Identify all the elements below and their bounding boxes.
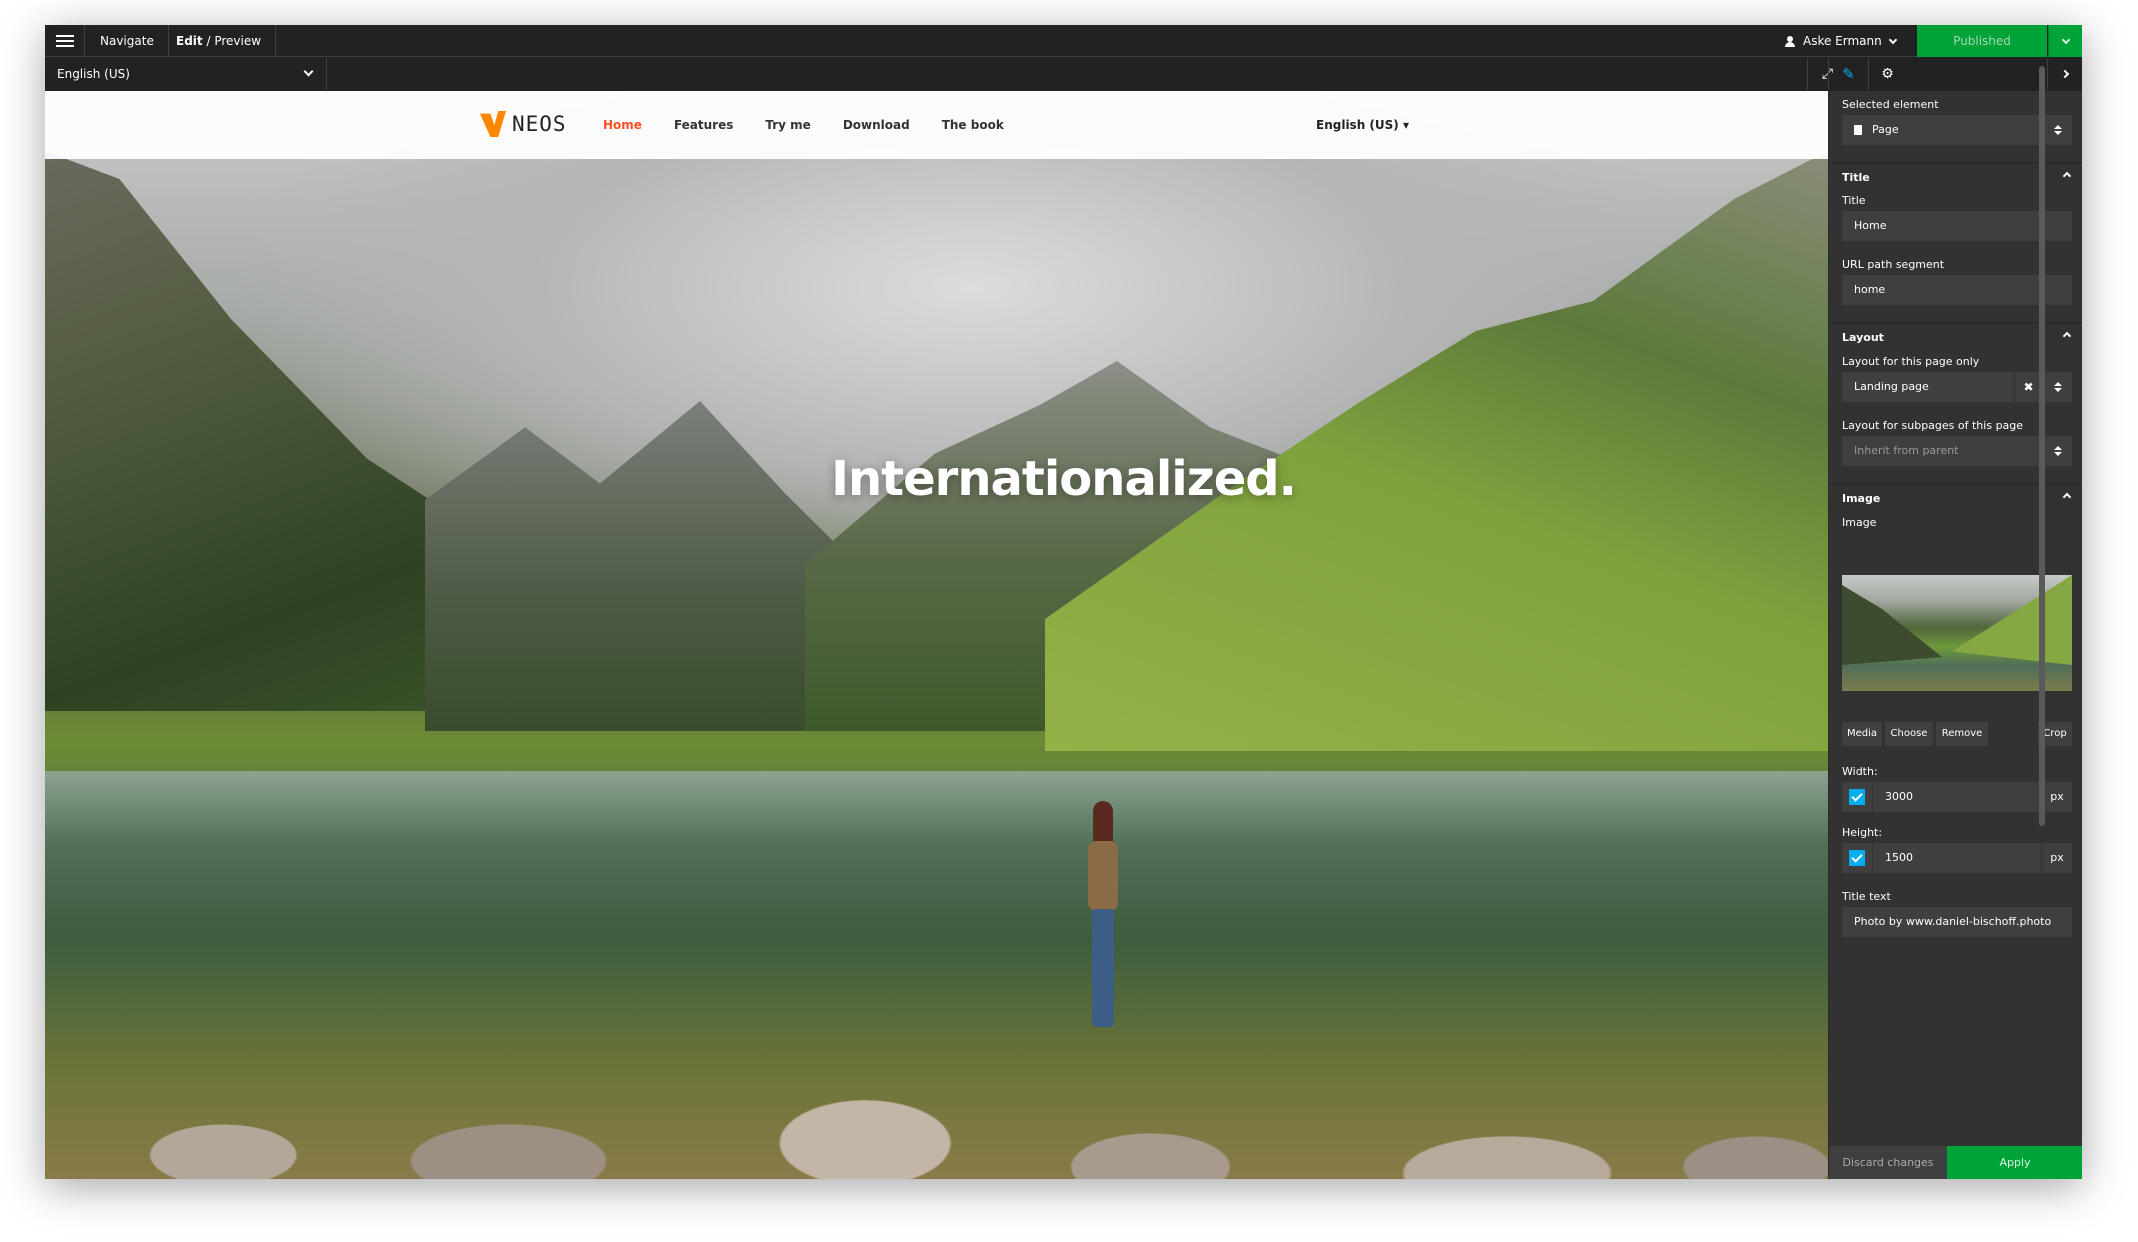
- hero-title: Internationalized.: [831, 451, 1297, 507]
- clear-icon[interactable]: ✖: [2014, 372, 2042, 402]
- chevron-down-icon: [303, 66, 314, 77]
- nav-link-try-me[interactable]: Try me: [765, 118, 810, 132]
- media-button[interactable]: Media: [1842, 722, 1882, 746]
- nav-link-home[interactable]: Home: [603, 118, 642, 132]
- image-thumbnail[interactable]: [1842, 575, 2072, 691]
- width-unit: px: [2042, 782, 2072, 812]
- publish-button[interactable]: Published: [1917, 25, 2047, 57]
- hero-image-rocks: [45, 1071, 1828, 1179]
- url-path-input[interactable]: home: [1842, 275, 2072, 305]
- person-torso: [1088, 841, 1118, 911]
- url-path-label: URL path segment: [1842, 258, 1945, 271]
- sort-icon: [2042, 115, 2072, 145]
- content-canvas[interactable]: NEOS Home Features Try me Download The b…: [45, 91, 1828, 1179]
- document-icon: [1854, 125, 1862, 135]
- sort-icon: [2042, 372, 2072, 402]
- top-bar: Navigate Edit / Preview Aske Ermann Publ…: [45, 25, 2082, 57]
- apply-button[interactable]: Apply: [1947, 1146, 2082, 1179]
- chevron-down-icon: [2061, 35, 2070, 44]
- discard-changes-button[interactable]: Discard changes: [1829, 1146, 1947, 1179]
- remove-button[interactable]: Remove: [1936, 722, 1988, 746]
- collapse-panel-button[interactable]: [2047, 58, 2082, 90]
- secondary-bar: English (US) ⤢ ✎ ⚙: [45, 58, 2082, 90]
- site-logo[interactable]: NEOS: [480, 111, 567, 137]
- chevron-up-icon: [2062, 171, 2072, 181]
- layout-group-label: Layout: [1842, 331, 1884, 344]
- chevron-up-icon: [2062, 331, 2072, 341]
- dimension-value: English (US): [57, 67, 130, 81]
- layout-page-value: Landing page: [1854, 380, 1929, 393]
- pencil-icon[interactable]: ✎: [1828, 58, 1868, 90]
- title-label: Title: [1842, 194, 1866, 207]
- logo-text: NEOS: [512, 112, 567, 136]
- preview-label: / Preview: [202, 34, 262, 48]
- width-checkbox[interactable]: [1842, 782, 1872, 812]
- neos-logo-icon: [480, 111, 506, 137]
- site-navigation: NEOS Home Features Try me Download The b…: [45, 91, 1828, 159]
- title-input[interactable]: Home: [1842, 211, 2072, 241]
- height-label: Height:: [1842, 826, 1883, 839]
- height-checkbox[interactable]: [1842, 843, 1872, 873]
- neos-app: Navigate Edit / Preview Aske Ermann Publ…: [45, 25, 2082, 1179]
- chevron-right-icon: [2060, 69, 2070, 79]
- hero-image-person: [1085, 801, 1121, 1031]
- dimension-select[interactable]: English (US): [45, 58, 327, 90]
- selected-element-value: Page: [1872, 123, 1899, 136]
- title-text-input[interactable]: Photo by www.daniel-bischoff.photo: [1842, 907, 2072, 937]
- choose-button[interactable]: Choose: [1885, 722, 1933, 746]
- site-menu: Home Features Try me Download The book: [603, 91, 1004, 159]
- title-text-label: Title text: [1842, 890, 1891, 903]
- nav-link-download[interactable]: Download: [843, 118, 910, 132]
- layout-page-label: Layout for this page only: [1842, 355, 1980, 368]
- selected-element-select[interactable]: Page: [1842, 115, 2072, 145]
- layout-page-select[interactable]: Landing page ✖: [1842, 372, 2072, 402]
- user-name: Aske Ermann: [1803, 34, 1882, 48]
- navigate-button[interactable]: Navigate: [86, 25, 169, 57]
- hamburger-menu-icon[interactable]: [45, 25, 85, 57]
- image-label: Image: [1842, 516, 1877, 529]
- title-group-label: Title: [1842, 171, 1870, 184]
- gear-icon[interactable]: ⚙: [1868, 58, 1906, 90]
- user-menu[interactable]: Aske Ermann: [1785, 25, 1897, 57]
- window-scrollbar[interactable]: [2039, 66, 2045, 826]
- nav-link-features[interactable]: Features: [674, 118, 733, 132]
- chevron-down-icon: [1888, 35, 1897, 44]
- edit-preview-button[interactable]: Edit / Preview: [162, 25, 277, 57]
- height-unit: px: [2042, 843, 2072, 873]
- selected-element-label: Selected element: [1842, 98, 1939, 111]
- user-icon: [1785, 35, 1795, 47]
- edit-label: Edit: [176, 34, 203, 48]
- layout-subpages-label: Layout for subpages of this page: [1842, 419, 2024, 432]
- height-input[interactable]: 1500: [1873, 843, 2041, 873]
- width-input[interactable]: 3000: [1873, 782, 2041, 812]
- site-language-menu[interactable]: English (US) ▾: [1316, 91, 1409, 159]
- width-label: Width:: [1842, 765, 1878, 778]
- person-legs: [1092, 909, 1114, 1027]
- publish-dropdown-button[interactable]: [2048, 25, 2082, 57]
- nav-link-the-book[interactable]: The book: [942, 118, 1004, 132]
